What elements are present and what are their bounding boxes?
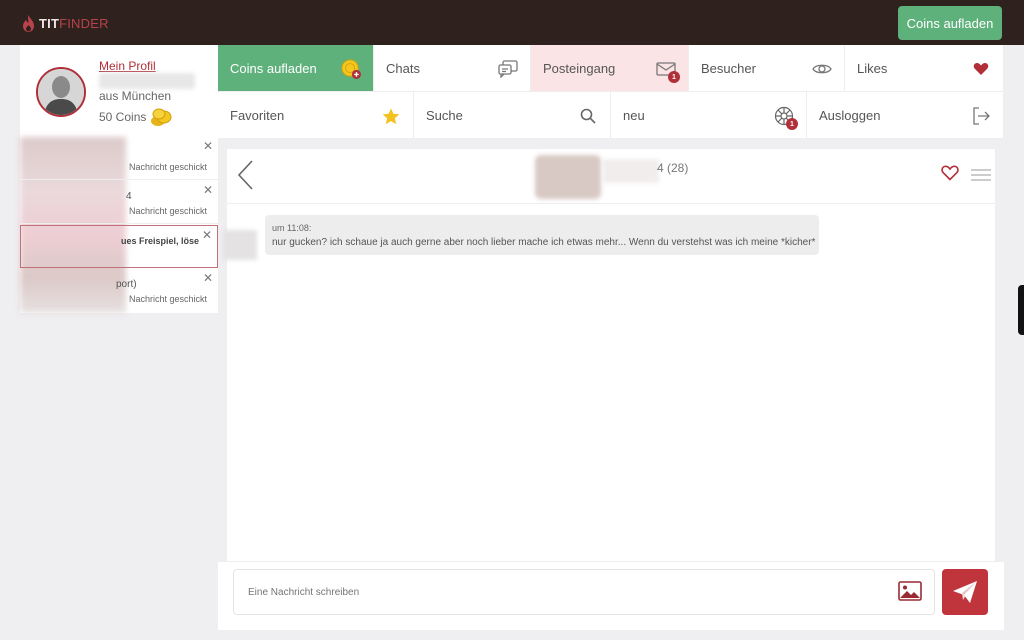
nav-new[interactable]: neu 1	[611, 92, 807, 139]
logo-text-primary: TIT	[39, 15, 60, 31]
message-time: um 11:08:	[272, 223, 312, 233]
search-icon	[578, 106, 598, 126]
send-button[interactable]	[942, 569, 988, 615]
coins-icon	[151, 108, 172, 126]
chat-bubbles-icon	[498, 59, 518, 79]
paper-plane-icon	[953, 581, 977, 603]
nav-logout[interactable]: Ausloggen	[807, 92, 1004, 139]
user-silhouette-icon	[38, 69, 84, 115]
list-item[interactable]: ✕ Nachricht geschickt	[20, 137, 218, 180]
my-profile-link[interactable]: Mein Profil	[99, 59, 156, 73]
message-composer	[218, 562, 1004, 630]
chat-panel: 4 (28) um 11:08: nur gucken? ich schaue …	[223, 148, 996, 562]
conversation-title: 4	[126, 191, 132, 202]
logo[interactable]: TITFINDER	[22, 13, 109, 33]
inbox-badge: 1	[668, 71, 680, 83]
profile-name-redacted	[99, 73, 195, 89]
profile-coins: 50 Coins	[99, 107, 173, 127]
conversation-status: Nachricht geschickt	[129, 294, 208, 304]
close-icon[interactable]: ✕	[203, 139, 213, 153]
list-item[interactable]: ✕ port) Nachricht geschickt	[20, 269, 218, 312]
side-scroll-handle[interactable]	[1018, 285, 1024, 335]
list-item[interactable]: ✕ ues Freispiel, löse	[20, 225, 218, 268]
nav-inbox[interactable]: Posteingang 1	[531, 45, 689, 92]
new-badge: 1	[786, 118, 798, 130]
nav-coins[interactable]: Coins aufladen	[218, 45, 374, 92]
conversation-list: ✕ Nachricht geschickt ✕ 4 Nachricht gesc…	[20, 137, 218, 313]
list-item[interactable]: ✕ 4 Nachricht geschickt	[20, 181, 218, 224]
profile-coins-label: 50 Coins	[99, 110, 147, 124]
chat-partner-age: 4 (28)	[657, 161, 689, 175]
hamburger-menu-icon[interactable]	[971, 168, 991, 186]
back-arrow-icon[interactable]	[237, 160, 255, 195]
nav-likes[interactable]: Likes	[845, 45, 1004, 92]
envelope-icon: 1	[656, 59, 680, 83]
eye-icon	[812, 59, 832, 79]
main-navigation: Coins aufladen Chats Posteingang 1 Besuc…	[218, 45, 1004, 139]
conversation-title: ues Freispiel, löse	[121, 236, 200, 246]
profile-city: aus München	[99, 89, 172, 103]
heart-outline-icon[interactable]	[941, 165, 959, 186]
avatar[interactable]	[36, 67, 86, 117]
message-sender-avatar	[223, 230, 257, 260]
nav-visitors[interactable]: Besucher	[689, 45, 845, 92]
star-icon	[381, 106, 401, 126]
image-upload-icon[interactable]	[898, 581, 922, 606]
message-bubble: um 11:08: nur gucken? ich schaue ja auch…	[265, 215, 819, 255]
logo-text-secondary: FINDER	[59, 15, 109, 31]
nav-chats[interactable]: Chats	[374, 45, 531, 92]
coin-add-icon	[341, 59, 361, 79]
conversation-status: Nachricht geschickt	[129, 206, 208, 216]
chat-partner-avatar[interactable]	[535, 155, 601, 199]
message-text: nur gucken? ich schaue ja auch gerne abe…	[272, 237, 816, 248]
flame-icon	[23, 14, 34, 32]
conversation-title: port)	[116, 279, 137, 290]
nav-search[interactable]: Suche	[414, 92, 611, 139]
chat-partner-name-redacted	[603, 159, 659, 183]
heart-icon	[971, 59, 991, 79]
logout-icon	[971, 106, 991, 126]
profile-card: Mein Profil aus München 50 Coins	[20, 45, 218, 137]
top-bar: TITFINDER Coins aufladen	[0, 0, 1024, 45]
roulette-wheel-icon: 1	[774, 106, 798, 130]
nav-favorites[interactable]: Favoriten	[218, 92, 414, 139]
message-input[interactable]	[233, 569, 935, 615]
top-coins-button[interactable]: Coins aufladen	[898, 6, 1002, 40]
conversation-status: Nachricht geschickt	[129, 162, 208, 172]
chat-header: 4 (28)	[227, 149, 995, 204]
